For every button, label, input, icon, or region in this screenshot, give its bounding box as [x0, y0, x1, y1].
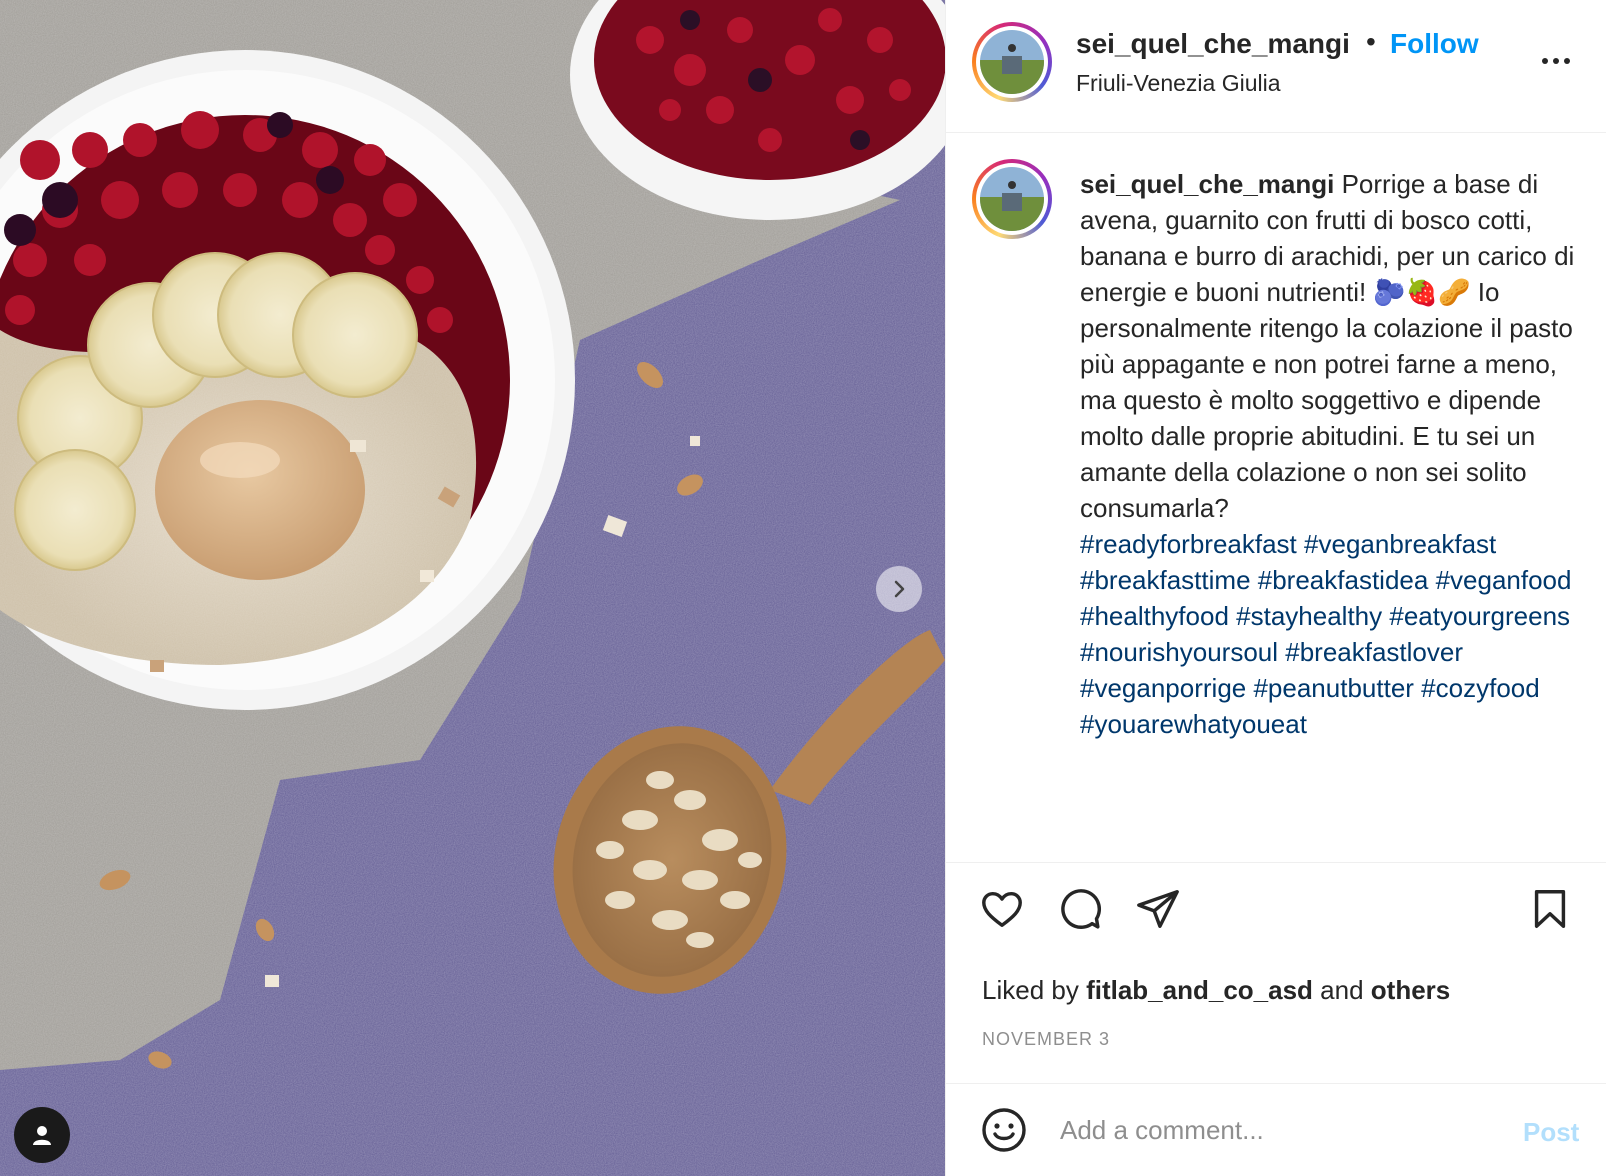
- next-photo-button[interactable]: [876, 566, 922, 612]
- post-caption: sei_quel_che_mangi Porrige a base di ave…: [1080, 166, 1580, 742]
- separator-dot: •: [1366, 26, 1376, 57]
- heart-icon: [982, 891, 1022, 928]
- like-button[interactable]: [978, 885, 1026, 933]
- more-dot-icon: [1564, 58, 1570, 64]
- likes-summary: Liked by fitlab_and_co_asd and others: [982, 975, 1450, 1006]
- comment-input[interactable]: [1060, 1108, 1480, 1152]
- post-side-panel: sei_quel_che_mangi • Follow Friuli-Venez…: [945, 0, 1606, 1176]
- post-image[interactable]: [0, 0, 945, 1176]
- author-avatar[interactable]: [972, 22, 1052, 102]
- hashtag-link[interactable]: #stayhealthy: [1236, 601, 1382, 631]
- likes-prefix: Liked by: [982, 975, 1079, 1005]
- hashtag-link[interactable]: #veganfood: [1436, 565, 1572, 595]
- follow-button[interactable]: Follow: [1390, 28, 1479, 60]
- comment-bar: Post: [946, 1083, 1606, 1176]
- comment-button[interactable]: [1056, 885, 1104, 933]
- porridge-photo: [0, 0, 945, 1176]
- hashtag-link[interactable]: #breakfastidea: [1258, 565, 1429, 595]
- save-button[interactable]: [1526, 885, 1574, 933]
- post-comment-button[interactable]: Post: [1523, 1117, 1579, 1148]
- caption-username[interactable]: sei_quel_che_mangi: [1080, 169, 1334, 199]
- avatar-image: [980, 167, 1044, 231]
- likes-conjunction: and: [1320, 975, 1364, 1005]
- more-dot-icon: [1542, 58, 1548, 64]
- hashtag-link[interactable]: #youarewhatyoueat: [1080, 709, 1307, 739]
- emoji-button[interactable]: [980, 1106, 1028, 1154]
- hashtag-list: #readyforbreakfast #veganbreakfast #brea…: [1080, 526, 1580, 742]
- bookmark-icon: [1534, 890, 1566, 928]
- smiley-icon: [982, 1108, 1026, 1152]
- post-date[interactable]: NOVEMBER 3: [982, 1029, 1110, 1050]
- hashtag-link[interactable]: #eatyourgreens: [1389, 601, 1570, 631]
- liked-by-user-link[interactable]: fitlab_and_co_asd: [1086, 975, 1313, 1005]
- caption-section: sei_quel_che_mangi Porrige a base di ave…: [946, 134, 1606, 862]
- hashtag-link[interactable]: #breakfasttime: [1080, 565, 1251, 595]
- hashtag-link[interactable]: #peanutbutter: [1253, 673, 1413, 703]
- comment-bubble-icon: [1061, 889, 1102, 929]
- post-actions: Liked by fitlab_and_co_asd and others NO…: [946, 862, 1606, 1082]
- avatar-image: [980, 30, 1044, 94]
- post-header: sei_quel_che_mangi • Follow Friuli-Venez…: [946, 0, 1606, 133]
- caption-text: Porrige a base di avena, guarnito con fr…: [1080, 169, 1575, 523]
- more-options-button[interactable]: [1536, 46, 1576, 76]
- hashtag-link[interactable]: #veganporrige: [1080, 673, 1246, 703]
- post-location[interactable]: Friuli-Venezia Giulia: [1076, 70, 1281, 97]
- hashtag-link[interactable]: #nourishyoursoul: [1080, 637, 1278, 667]
- likes-others-link[interactable]: others: [1371, 975, 1450, 1005]
- more-dot-icon: [1553, 58, 1559, 64]
- tagged-people-button[interactable]: [14, 1107, 70, 1163]
- author-username[interactable]: sei_quel_che_mangi: [1076, 28, 1350, 60]
- hashtag-link[interactable]: #readyforbreakfast: [1080, 529, 1297, 559]
- hashtag-link[interactable]: #cozyfood: [1421, 673, 1540, 703]
- person-tag-icon: [33, 1126, 51, 1145]
- paper-plane-icon: [1137, 890, 1179, 928]
- hashtag-link[interactable]: #veganbreakfast: [1304, 529, 1496, 559]
- chevron-right-icon: [894, 580, 905, 598]
- hashtag-link[interactable]: #healthyfood: [1080, 601, 1229, 631]
- caption-author-avatar[interactable]: [972, 159, 1052, 239]
- hashtag-link[interactable]: #breakfastlover: [1285, 637, 1463, 667]
- share-button[interactable]: [1134, 885, 1182, 933]
